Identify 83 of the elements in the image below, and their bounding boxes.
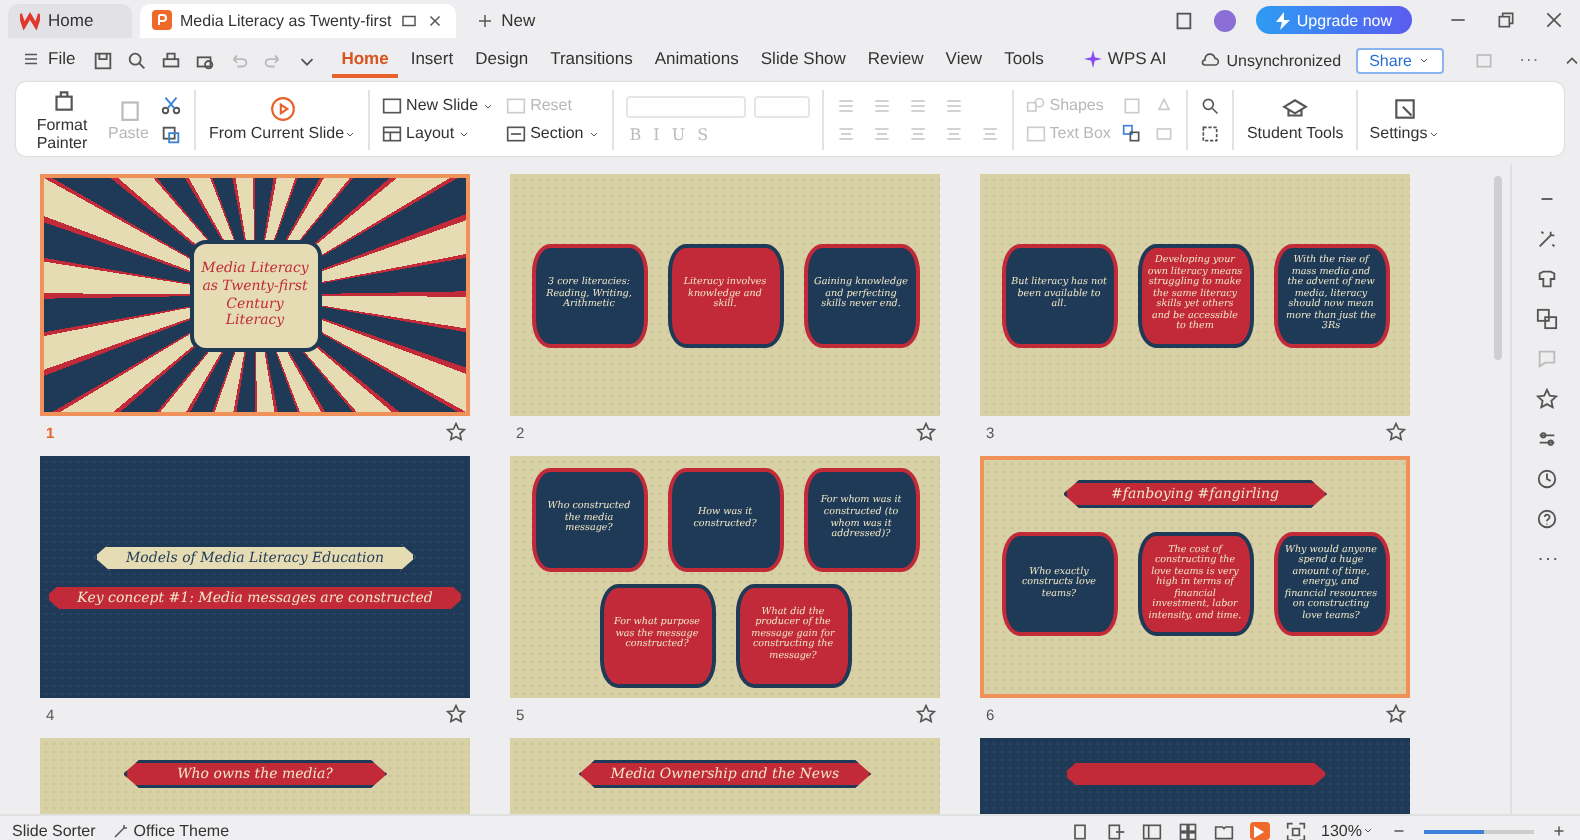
- shirt-icon[interactable]: [1535, 268, 1557, 290]
- find-icon[interactable]: [1200, 95, 1221, 115]
- cloud-icon: [1200, 50, 1221, 70]
- sync-status[interactable]: Unsynchronized: [1200, 50, 1342, 70]
- theme-icon: [111, 822, 130, 840]
- slide-thumbnail[interactable]: [980, 174, 1410, 416]
- new-tab-button[interactable]: New: [463, 10, 548, 30]
- slide-icon: [382, 95, 403, 115]
- slide-sorter-icon[interactable]: [1177, 821, 1198, 840]
- shapes-icon: [1025, 95, 1046, 115]
- new-slide-button[interactable]: New Slide: [382, 95, 495, 115]
- notes-icon[interactable]: [1069, 821, 1090, 840]
- plus-icon: [475, 11, 494, 29]
- magic-icon[interactable]: [1535, 228, 1557, 250]
- lightning-icon: [1276, 11, 1291, 29]
- slide-thumbnail[interactable]: [510, 456, 940, 698]
- save-icon[interactable]: [91, 49, 114, 71]
- graduation-cap-icon: [1282, 96, 1309, 122]
- play-icon: [1254, 825, 1265, 837]
- star-icon[interactable]: [916, 422, 936, 442]
- avatar[interactable]: [1214, 9, 1237, 31]
- export-icon[interactable]: [1105, 821, 1126, 840]
- window-icon[interactable]: [1172, 9, 1195, 31]
- copy-icon[interactable]: [160, 123, 183, 145]
- print-icon[interactable]: [159, 49, 182, 71]
- file-menu[interactable]: File: [12, 42, 86, 78]
- history-icon[interactable]: [1535, 468, 1557, 490]
- ribbon-tab[interactable]: Transitions: [540, 42, 643, 78]
- ai-button[interactable]: WPS AI: [1073, 42, 1177, 78]
- star-icon[interactable]: [1535, 388, 1557, 410]
- section-button[interactable]: Section: [506, 123, 600, 143]
- layout-button[interactable]: Layout: [382, 123, 495, 143]
- menu-icon: [22, 49, 40, 67]
- arrange-icon[interactable]: [1122, 123, 1143, 143]
- format-painter-button[interactable]: Format Painter: [28, 87, 96, 151]
- zoom-in-icon[interactable]: [1550, 822, 1568, 840]
- text-box-icon: [1025, 123, 1046, 143]
- reading-view-icon[interactable]: [1213, 821, 1234, 840]
- restore-icon[interactable]: [1496, 10, 1516, 30]
- close-icon[interactable]: [425, 11, 444, 29]
- help-icon[interactable]: [1535, 508, 1557, 530]
- clipboard-icon: [115, 96, 142, 122]
- from-current-slide-button[interactable]: From Current Slide: [208, 96, 357, 142]
- settings-button[interactable]: Settings: [1369, 96, 1440, 142]
- student-tools-button[interactable]: Student Tools: [1246, 96, 1344, 142]
- ribbon-tab[interactable]: Review: [857, 42, 934, 78]
- font-name-field[interactable]: [625, 95, 746, 117]
- select-icon[interactable]: [1200, 123, 1221, 143]
- zoom-level[interactable]: 130%: [1321, 822, 1374, 840]
- normal-view-icon[interactable]: [1141, 821, 1162, 840]
- ribbon-tab[interactable]: Insert: [400, 42, 464, 78]
- ribbon-tab[interactable]: Animations: [644, 42, 749, 78]
- slide-thumbnail[interactable]: [980, 456, 1410, 698]
- upgrade-button[interactable]: Upgrade now: [1256, 6, 1412, 34]
- theme-button[interactable]: Office Theme: [111, 822, 230, 840]
- slideshow-button[interactable]: [1249, 822, 1270, 840]
- window-tab[interactable]: Media Literacy as Twenty-first: [140, 3, 456, 37]
- scissors-icon[interactable]: [160, 93, 183, 115]
- font-size-field[interactable]: [753, 95, 810, 117]
- view-name: Slide Sorter: [12, 822, 96, 840]
- ribbon-tab[interactable]: Tools: [994, 42, 1054, 78]
- star-icon[interactable]: [916, 704, 936, 724]
- window-tab[interactable]: Home: [8, 3, 132, 37]
- ribbon-tab[interactable]: Slide Show: [750, 42, 856, 78]
- sparkle-icon: [1083, 49, 1102, 67]
- star-icon[interactable]: [446, 704, 466, 724]
- star-icon[interactable]: [1386, 422, 1406, 442]
- sliders-icon[interactable]: [1535, 428, 1557, 450]
- star-icon[interactable]: [446, 422, 466, 442]
- reset-icon: [506, 95, 527, 115]
- app-logo-icon: [20, 10, 40, 30]
- star-icon[interactable]: [1386, 704, 1406, 724]
- close-icon[interactable]: [1544, 10, 1564, 30]
- share-button[interactable]: Share: [1355, 47, 1444, 73]
- layout-icon: [382, 123, 403, 143]
- ribbon-tab[interactable]: View: [935, 42, 993, 78]
- section-icon: [506, 123, 527, 143]
- presentation-file-icon: [152, 10, 172, 30]
- windows-icon[interactable]: [1535, 308, 1557, 330]
- play-circle-icon: [269, 96, 296, 122]
- monitor-icon[interactable]: [399, 11, 418, 29]
- ribbon-tab[interactable]: Design: [465, 42, 539, 78]
- fit-icon[interactable]: [1285, 821, 1306, 840]
